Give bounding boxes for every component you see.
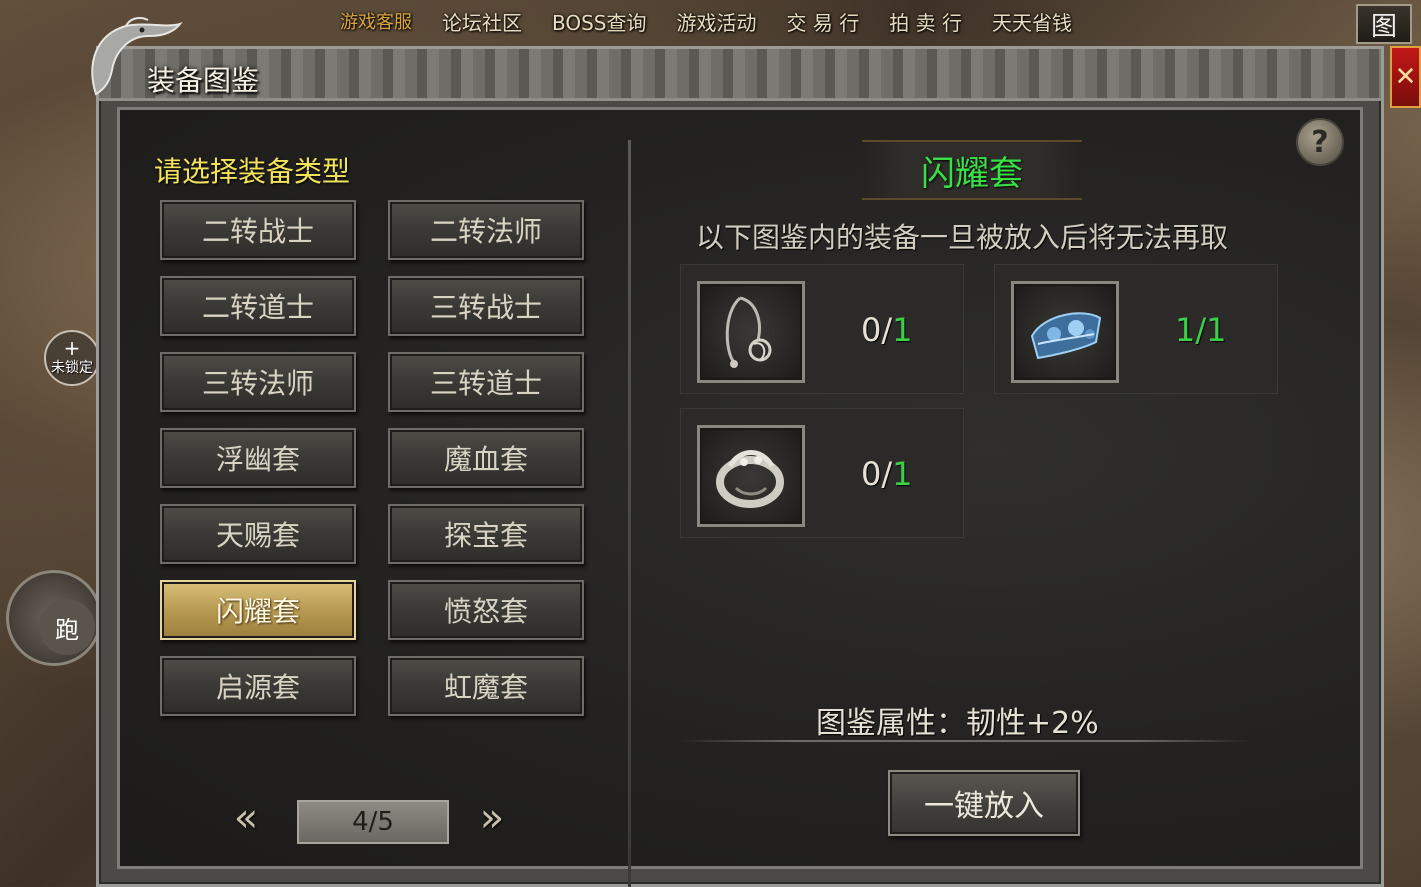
category-button[interactable]: 启源套 bbox=[160, 656, 356, 716]
run-button[interactable]: 跑 bbox=[6, 570, 102, 666]
category-button-active[interactable]: 闪耀套 bbox=[160, 580, 356, 640]
next-page-button[interactable]: » bbox=[470, 794, 514, 842]
equipment-codex-window: 装备图鉴 请选择装备类型 二转战士 二转法师 二转道士 三转战士 三转法师 三转… bbox=[96, 46, 1384, 887]
category-button[interactable]: 二转法师 bbox=[388, 200, 584, 260]
set-title-banner: 闪耀套 bbox=[862, 140, 1082, 200]
category-button[interactable]: 三转道士 bbox=[388, 352, 584, 412]
equipment-slot: 0/1 bbox=[680, 408, 964, 538]
bracelet-icon[interactable] bbox=[1011, 281, 1119, 383]
codex-attribute: 图鉴属性：韧性+2% bbox=[816, 706, 1099, 741]
slot-need: 1 bbox=[892, 455, 913, 493]
top-menu-bar: 游戏客服 论坛社区 BOSS查询 游戏活动 交 易 行 拍 卖 行 天天省钱 bbox=[340, 0, 1240, 42]
ring-icon[interactable] bbox=[697, 425, 805, 527]
category-button[interactable]: 浮幽套 bbox=[160, 428, 356, 488]
irreversible-notice: 以下图鉴内的装备一旦被放入后将无法再取 bbox=[696, 221, 1229, 254]
menu-game-events[interactable]: 游戏活动 bbox=[677, 7, 757, 36]
set-title: 闪耀套 bbox=[921, 153, 1023, 194]
category-button[interactable]: 天赐套 bbox=[160, 504, 356, 564]
slot-count: 0/1 bbox=[861, 311, 913, 349]
menu-customer-service[interactable]: 游戏客服 bbox=[340, 8, 412, 34]
necklace-icon[interactable] bbox=[697, 281, 805, 383]
category-button[interactable]: 二转道士 bbox=[160, 276, 356, 336]
put-all-button[interactable]: 一键放入 bbox=[888, 770, 1080, 836]
lock-label: 未锁定 bbox=[51, 360, 93, 376]
category-button[interactable]: 探宝套 bbox=[388, 504, 584, 564]
menu-auction[interactable]: 拍 卖 行 bbox=[889, 7, 962, 36]
close-button[interactable]: ✕ bbox=[1390, 46, 1421, 108]
equipment-slot: 0/1 bbox=[680, 264, 964, 394]
slot-have: 1/ bbox=[1175, 311, 1207, 349]
category-button[interactable]: 魔血套 bbox=[388, 428, 584, 488]
slot-count: 1/1 bbox=[1175, 311, 1227, 349]
slot-have: 0/ bbox=[861, 455, 893, 493]
content-panel: 请选择装备类型 二转战士 二转法师 二转道士 三转战士 三转法师 三转道士 浮幽… bbox=[117, 107, 1363, 887]
menu-trading[interactable]: 交 易 行 bbox=[787, 7, 860, 36]
help-button[interactable]: ? bbox=[1296, 118, 1344, 166]
dragon-ornament-icon bbox=[91, 17, 183, 96]
menu-forum[interactable]: 论坛社区 bbox=[442, 7, 522, 36]
equipment-slot: 1/1 bbox=[994, 264, 1278, 394]
panel-divider bbox=[628, 140, 631, 887]
page-indicator: 4/5 bbox=[297, 800, 449, 844]
category-button[interactable]: 二转战士 bbox=[160, 200, 356, 260]
crosshair-icon: + bbox=[63, 336, 81, 360]
title-bar: 装备图鉴 bbox=[99, 49, 1381, 101]
slot-count: 0/1 bbox=[861, 455, 913, 493]
category-button[interactable]: 三转战士 bbox=[388, 276, 584, 336]
category-prompt: 请选择装备类型 bbox=[154, 155, 351, 188]
run-label: 跑 bbox=[39, 599, 95, 655]
menu-boss-query[interactable]: BOSS查询 bbox=[552, 7, 647, 36]
map-button[interactable]: 图 bbox=[1356, 4, 1412, 44]
slot-need: 1 bbox=[892, 311, 913, 349]
slot-have: 0/ bbox=[861, 311, 893, 349]
target-lock-control[interactable]: + 未锁定 bbox=[44, 330, 100, 386]
category-button[interactable]: 虹魔套 bbox=[388, 656, 584, 716]
prev-page-button[interactable]: « bbox=[224, 794, 268, 842]
category-button[interactable]: 三转法师 bbox=[160, 352, 356, 412]
menu-daily-savings[interactable]: 天天省钱 bbox=[992, 7, 1072, 36]
attribute-divider bbox=[680, 740, 1250, 742]
category-button[interactable]: 愤怒套 bbox=[388, 580, 584, 640]
slot-need: 1 bbox=[1206, 311, 1227, 349]
